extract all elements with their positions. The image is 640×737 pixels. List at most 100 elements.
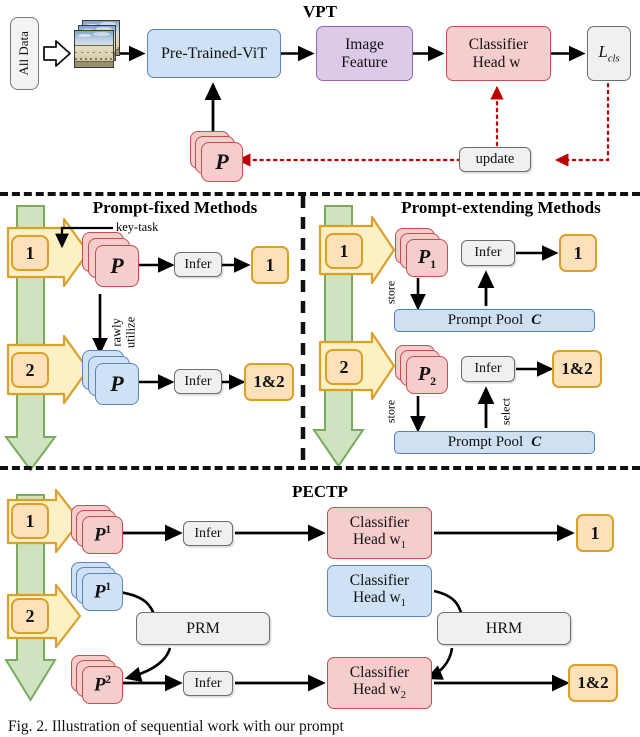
- pectp-prompt-blue-label: P1: [93, 580, 112, 603]
- pectp-output-2: 1&2: [568, 664, 618, 702]
- pe-task-1-label: 1: [339, 240, 349, 261]
- prompt-pool-2-symbol: C: [531, 434, 542, 451]
- pectp-infer-2-label: Infer: [194, 675, 222, 691]
- dataset-image-thumbnail: [74, 20, 120, 68]
- block-arrow-alldata-to-photo: [43, 40, 71, 67]
- prompt-extending-title-text: Prompt-extending Methods: [401, 198, 601, 217]
- prompt-pool-1-label: Prompt Pool: [447, 312, 524, 329]
- prompt-pool-2-label: Prompt Pool: [447, 434, 524, 451]
- pe-output-1: 1: [559, 234, 597, 272]
- pf-prompt-stack-red: P: [82, 232, 142, 294]
- pectp-title: PECTP: [0, 482, 640, 502]
- pf-infer-1-label: Infer: [184, 256, 212, 272]
- pectp-head-red-1: Classifier Head w1: [327, 507, 432, 559]
- section-divider-top: [0, 192, 640, 196]
- pectp-title-text: PECTP: [292, 482, 348, 501]
- vpt-title-text: VPT: [303, 2, 337, 21]
- pf-output-1: 1: [251, 246, 289, 284]
- image-feature-line1: Image: [345, 36, 384, 54]
- section-divider-bottom: [0, 466, 640, 470]
- pf-infer-box-1: Infer: [174, 252, 222, 277]
- prompt-pool-box-2: Prompt Pool C: [394, 431, 595, 454]
- pectp-output-2-label: 1&2: [577, 673, 609, 693]
- pf-infer-2-label: Infer: [184, 373, 212, 389]
- vpt-prompt-label: P: [215, 149, 229, 174]
- loss-box: Lcls: [587, 26, 631, 81]
- pe-prompt-1-label: P1: [417, 245, 436, 271]
- pe-store-label-1: store: [383, 280, 398, 305]
- pf-output-1-label: 1: [265, 254, 275, 275]
- pectp-head-blue-line1: Classifier: [349, 571, 410, 589]
- prm-box: PRM: [136, 612, 270, 645]
- classifier-head-line1: Classifier: [468, 36, 529, 54]
- pectp-head-blue: Classifier Head w1: [327, 565, 432, 617]
- pectp-infer-box-1: Infer: [183, 521, 233, 546]
- prompt-pool-1-symbol: C: [531, 312, 542, 329]
- pe-task-chip-2: 2: [325, 349, 363, 385]
- pf-task-chip-1: 1: [11, 235, 49, 271]
- hrm-box: HRM: [437, 612, 571, 645]
- pectp-prompt-stack-red-2: P2: [71, 655, 126, 709]
- pe-output-2-label: 1&2: [561, 359, 593, 379]
- pf-edge-label: rawly utilize: [109, 316, 138, 348]
- prompt-fixed-title-text: Prompt-fixed Methods: [92, 198, 258, 217]
- pectp-output-1: 1: [576, 514, 614, 552]
- classifier-head-line2: Head w: [472, 53, 521, 71]
- classifier-head-box: Classifier Head w: [446, 26, 551, 81]
- pectp-prompt-stack-blue: P1: [71, 562, 126, 616]
- pectp-head-red-2: Classifier Head w2: [327, 657, 432, 709]
- image-feature-box: Image Feature: [316, 26, 413, 81]
- pectp-head-red1-line2: Head w1: [352, 531, 407, 552]
- pectp-head-red1-line1: Classifier: [349, 513, 410, 531]
- pf-prompt-blue-label: P: [110, 371, 124, 396]
- pe-output-2: 1&2: [552, 350, 602, 388]
- pectp-task-chip-2: 2: [11, 598, 49, 634]
- pf-infer-box-2: Infer: [174, 369, 222, 394]
- pectp-prompt-red2-label: P2: [93, 673, 112, 696]
- pe-task-chip-1: 1: [325, 233, 363, 269]
- pe-output-1-label: 1: [573, 242, 583, 263]
- pe-infer-box-2: Infer: [461, 356, 515, 382]
- pectp-output-1-label: 1: [590, 522, 600, 543]
- figure-caption-text: Fig. 2. Illustration of sequential work …: [8, 718, 344, 735]
- pe-infer-2-label: Infer: [474, 361, 502, 377]
- image-feature-line2: Feature: [341, 53, 388, 71]
- pe-select-label: select: [498, 397, 513, 426]
- pre-trained-vit-label: Pre-Trained-ViT: [161, 44, 267, 62]
- pre-trained-vit-box: Pre-Trained-ViT: [147, 29, 281, 78]
- pe-task-2-label: 2: [339, 356, 349, 377]
- prompt-pool-box-1: Prompt Pool C: [394, 309, 595, 332]
- update-label: update: [475, 151, 515, 168]
- pectp-infer-box-2: Infer: [183, 671, 233, 696]
- vpt-prompt-stack: P: [190, 131, 246, 185]
- pectp-infer-1-label: Infer: [194, 525, 222, 541]
- pe-store-label-2: store: [383, 399, 398, 424]
- figure-caption: Fig. 2. Illustration of sequential work …: [8, 718, 640, 736]
- update-box: update: [459, 147, 531, 172]
- pf-task-1-label: 1: [25, 242, 35, 263]
- pf-output-2-label: 1&2: [253, 372, 285, 392]
- pectp-prompt-red1-label: P1: [93, 523, 112, 546]
- pf-prompt-red-label: P: [110, 253, 124, 278]
- pe-prompt-stack-2: P2: [395, 345, 453, 401]
- prm-label: PRM: [186, 619, 220, 637]
- pectp-task-1-label: 1: [25, 510, 35, 531]
- hrm-label: HRM: [485, 619, 523, 637]
- pf-output-2: 1&2: [244, 363, 294, 401]
- all-data-box: All Data: [10, 17, 39, 90]
- vpt-section-title: VPT: [0, 2, 640, 22]
- pectp-head-red2-line2: Head w2: [352, 681, 407, 702]
- pf-task-chip-2: 2: [11, 352, 49, 388]
- figure-canvas: VPT All Data Pre-Trained-ViT Image Featu…: [0, 0, 640, 737]
- prompt-extending-title: Prompt-extending Methods: [370, 198, 632, 218]
- pe-infer-1-label: Infer: [474, 245, 502, 261]
- pe-infer-box-1: Infer: [461, 240, 515, 266]
- pectp-prompt-stack-red-1: P1: [71, 505, 126, 559]
- pe-prompt-2-label: P2: [417, 362, 436, 388]
- pf-task-2-label: 2: [25, 359, 35, 380]
- pectp-head-blue-line2: Head w1: [352, 589, 407, 610]
- pectp-task-chip-1: 1: [11, 503, 49, 539]
- pectp-task-2-label: 2: [25, 605, 35, 626]
- prompt-fixed-title: Prompt-fixed Methods: [60, 198, 290, 218]
- pe-prompt-stack-1: P1: [395, 228, 453, 284]
